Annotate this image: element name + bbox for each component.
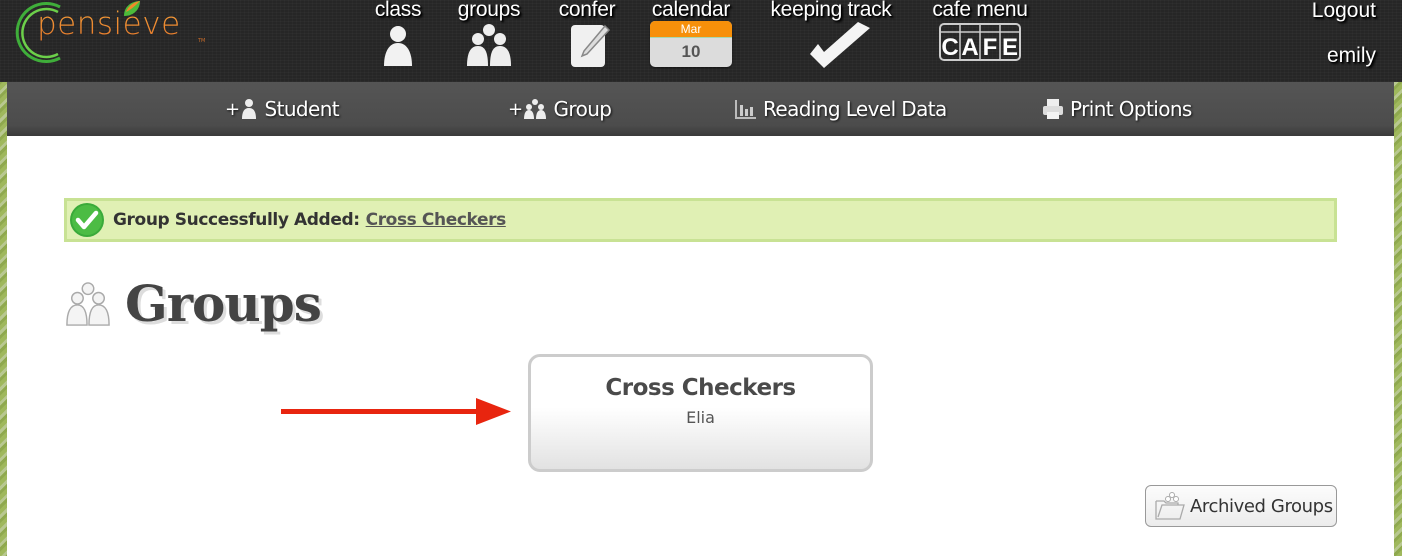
success-check-icon xyxy=(70,203,104,237)
svg-text:E: E xyxy=(1002,34,1018,61)
archived-groups-button[interactable]: Archived Groups xyxy=(1145,485,1337,527)
main-content: Group Successfully Added: Cross Checkers… xyxy=(7,136,1394,556)
group-outline-icon xyxy=(66,281,110,326)
printer-icon xyxy=(1043,99,1063,119)
group-icon xyxy=(467,24,511,66)
notepad-pencil-icon xyxy=(571,24,611,67)
group-icon xyxy=(524,99,547,119)
top-header: pensieve TM class groups confer calendar xyxy=(0,0,1402,82)
print-options-button[interactable]: Print Options xyxy=(1041,82,1192,136)
username-link[interactable]: emily xyxy=(1312,45,1376,67)
nav-calendar[interactable]: calendar Mar 10 xyxy=(648,0,734,67)
person-icon xyxy=(242,99,257,119)
add-group-button[interactable]: + Group xyxy=(508,82,612,136)
group-card[interactable]: Cross Checkers Elia xyxy=(528,354,873,472)
sub-navigation: + Student + Group Reading Level Data Pri… xyxy=(7,82,1394,136)
add-group-label: Group xyxy=(553,97,612,121)
alert-message: Group Successfully Added: xyxy=(113,210,360,230)
nav-confer-label: confer xyxy=(558,0,616,21)
add-student-plus: + xyxy=(225,98,240,120)
cafe-icon: C A F E xyxy=(939,23,1021,61)
svg-text:C: C xyxy=(941,34,958,61)
page-title: Groups xyxy=(125,274,322,333)
success-alert: Group Successfully Added: Cross Checkers xyxy=(64,198,1337,242)
nav-class-label: class xyxy=(374,0,422,21)
nav-groups[interactable]: groups xyxy=(452,0,526,68)
group-card-members: Elia xyxy=(686,408,715,427)
add-group-plus: + xyxy=(508,98,523,120)
person-icon xyxy=(384,26,412,66)
calendar-icon: Mar 10 xyxy=(650,21,732,67)
nav-class[interactable]: class xyxy=(368,0,428,68)
nav-calendar-label: calendar xyxy=(651,0,731,21)
nav-cafe-menu[interactable]: cafe menu C A F E xyxy=(926,0,1034,62)
group-card-name: Cross Checkers xyxy=(605,375,796,401)
reading-level-data-button[interactable]: Reading Level Data xyxy=(734,82,947,136)
annotation-arrow-icon xyxy=(281,398,511,425)
logo-trademark: TM xyxy=(198,38,206,44)
reading-level-data-label: Reading Level Data xyxy=(763,97,947,121)
logo-text: pensieve xyxy=(37,6,181,42)
calendar-day: 10 xyxy=(681,42,701,61)
add-student-label: Student xyxy=(264,97,340,121)
nav-keeping-track-label: keeping track xyxy=(770,0,892,21)
nav-groups-label: groups xyxy=(457,0,521,21)
calendar-month: Mar xyxy=(650,21,732,38)
add-student-button[interactable]: + Student xyxy=(225,82,340,136)
user-menu: Logout emily xyxy=(1312,0,1376,67)
page-header: Groups xyxy=(65,274,322,333)
print-options-label: Print Options xyxy=(1070,97,1192,121)
nav-confer[interactable]: confer xyxy=(552,0,622,68)
archived-groups-label: Archived Groups xyxy=(1190,495,1333,517)
bar-chart-icon xyxy=(735,100,756,119)
nav-keeping-track[interactable]: keeping track xyxy=(764,0,898,72)
nav-cafe-menu-label: cafe menu xyxy=(932,0,1028,21)
alert-group-link[interactable]: Cross Checkers xyxy=(366,210,507,230)
svg-text:A: A xyxy=(961,34,978,61)
logout-link[interactable]: Logout xyxy=(1312,0,1376,22)
pensieve-logo[interactable]: pensieve TM xyxy=(8,0,208,65)
archived-folder-icon xyxy=(1155,492,1185,520)
svg-text:F: F xyxy=(983,34,998,61)
checkmark-icon xyxy=(810,22,870,68)
